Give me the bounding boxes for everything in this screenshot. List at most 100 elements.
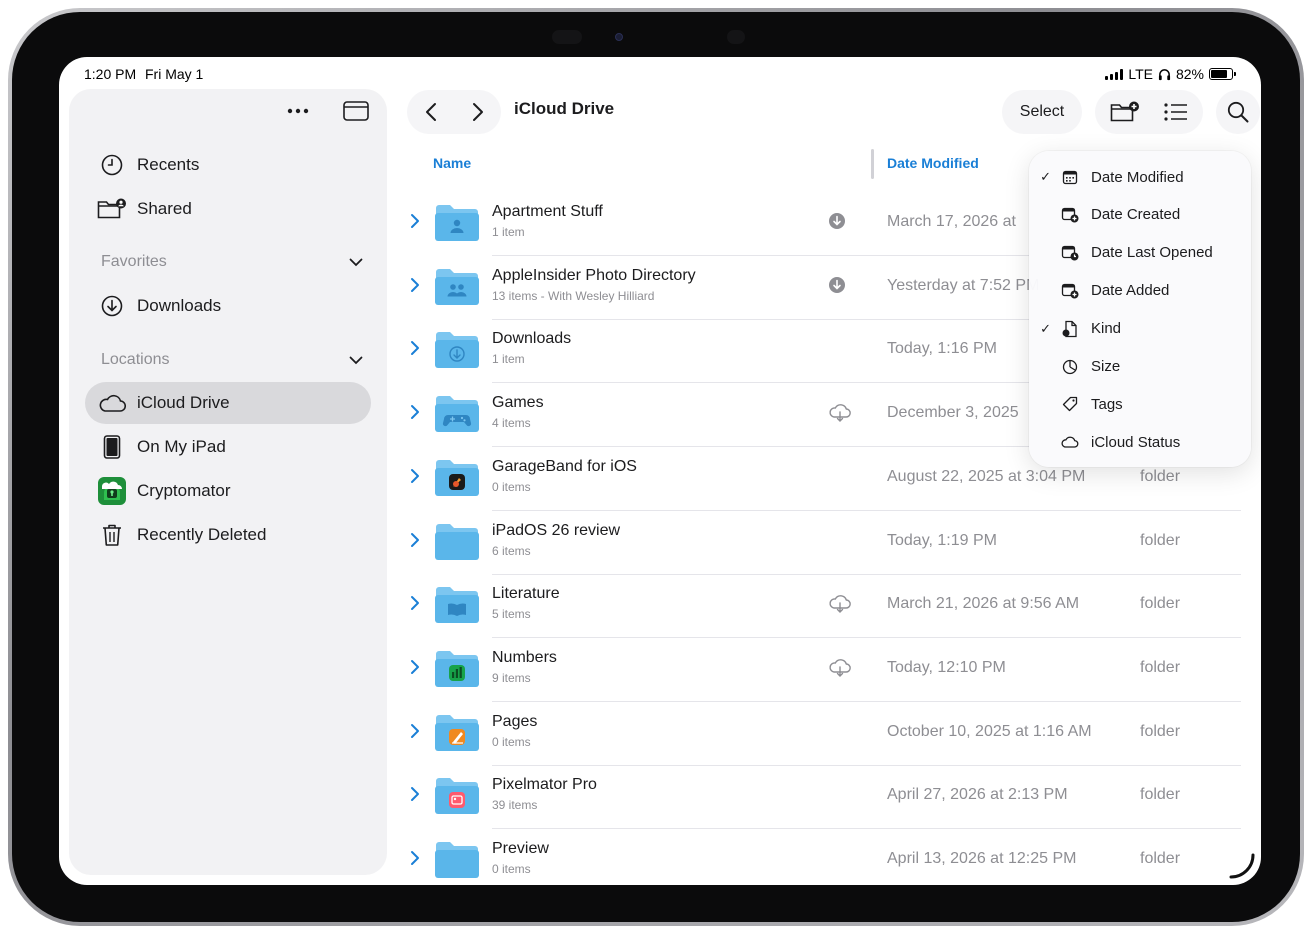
sidebar-item-cryptomator[interactable]: Cryptomator	[85, 470, 371, 512]
sidebar-item-recents[interactable]: Recents	[85, 144, 371, 186]
sensor-left	[552, 30, 582, 44]
battery-percent: 82%	[1175, 66, 1204, 82]
sort-option-size[interactable]: Size	[1029, 348, 1251, 386]
cryptomator-app-icon	[93, 477, 131, 505]
sidebar-toolbar	[287, 101, 369, 121]
headphones-icon	[1158, 68, 1171, 80]
disclosure-chevron-icon[interactable]	[410, 723, 420, 739]
download-circle-icon	[93, 295, 131, 317]
list-view-icon[interactable]	[1164, 103, 1188, 121]
sort-option-label: Tags	[1091, 395, 1123, 413]
table-row[interactable]: Pixelmator Pro 39 items April 27, 2026 at …	[406, 765, 1241, 830]
file-item-count: 0 items	[492, 862, 531, 876]
file-item-count: 1 item	[492, 352, 525, 367]
doc-kind-icon	[1055, 320, 1085, 338]
sidebar-item-label: Shared	[137, 199, 192, 218]
file-name: Apartment Stuff	[492, 203, 603, 220]
disclosure-chevron-icon[interactable]	[410, 850, 420, 866]
sort-option-label: Date Added	[1091, 282, 1170, 300]
resize-corner-icon[interactable]	[1229, 853, 1255, 879]
calendar-open-icon	[1055, 244, 1085, 261]
new-folder-icon[interactable]	[1110, 101, 1140, 123]
table-row[interactable]: iPadOS 26 review 6 items Today, 1:19 PM fol…	[406, 511, 1241, 575]
sort-option-icloud-status[interactable]: iCloud Status	[1029, 423, 1251, 461]
favorites-section-header[interactable]: Favorites	[101, 253, 363, 271]
sort-option-date-last-opened[interactable]: Date Last Opened	[1029, 234, 1251, 272]
disclosure-chevron-icon[interactable]	[410, 213, 420, 229]
sidebar-item-recently-deleted[interactable]: Recently Deleted	[85, 514, 371, 556]
column-resize-handle[interactable]	[871, 149, 874, 179]
sidebar-item-icloud-drive[interactable]: iCloud Drive	[85, 382, 371, 424]
file-kind: folder	[1140, 658, 1181, 676]
file-date-modified: March 21, 2026 at 9:56 AM	[887, 595, 1080, 613]
table-row[interactable]: Literature 5 items March 21, 2026 at 9:56 …	[406, 574, 1241, 639]
sort-option-label: Date Created	[1091, 206, 1181, 224]
toolbar-actions-group	[1095, 90, 1203, 134]
folder-icon	[434, 839, 480, 879]
shared-folder-icon	[93, 198, 131, 220]
status-right: LTE 82%	[1105, 66, 1236, 82]
cloud-status-icon	[1055, 435, 1085, 449]
sidebar-item-downloads[interactable]: Downloads	[85, 285, 371, 327]
checkmark-icon: ✓	[1040, 320, 1051, 336]
column-header-name[interactable]: Name	[433, 155, 471, 171]
sensor-right	[727, 30, 745, 44]
file-item-count: 6 items	[492, 543, 531, 558]
front-camera	[615, 33, 623, 41]
chevron-down-icon	[349, 356, 363, 364]
status-bar: 1:20 PM Fri May 1 LTE 82%	[59, 66, 1261, 84]
sort-option-date-created[interactable]: Date Created	[1029, 196, 1251, 234]
screen: 1:20 PM Fri May 1 LTE 82% Recents Shared…	[59, 57, 1261, 885]
file-name: Pixelmator Pro	[492, 776, 597, 794]
file-name: Preview	[492, 840, 549, 857]
cloud-download-icon[interactable]	[828, 594, 852, 619]
cloud-download-icon[interactable]	[828, 403, 852, 428]
disclosure-chevron-icon[interactable]	[410, 340, 420, 356]
sort-option-date-added[interactable]: Date Added	[1029, 272, 1251, 310]
download-status-icon[interactable]	[828, 212, 846, 235]
column-header-date-modified[interactable]: Date Modified	[887, 155, 979, 171]
disclosure-chevron-icon[interactable]	[410, 277, 420, 293]
sidebar-toggle-icon[interactable]	[343, 101, 369, 121]
cloud-download-icon[interactable]	[828, 658, 852, 683]
disclosure-chevron-icon[interactable]	[410, 532, 420, 548]
network-type: LTE	[1128, 66, 1153, 82]
table-row[interactable]: Preview 0 items April 13, 2026 at 12:25 PM…	[406, 829, 1241, 885]
select-button[interactable]: Select	[1002, 90, 1082, 134]
back-chevron-icon[interactable]	[425, 102, 437, 122]
download-status-icon[interactable]	[828, 276, 846, 299]
file-name: Downloads	[492, 330, 572, 348]
cellular-signal-icon	[1105, 68, 1124, 80]
sort-option-date-modified[interactable]: ✓ Date Modified	[1029, 158, 1251, 196]
sidebar-item-on-my-ipad[interactable]: On My iPad	[85, 426, 371, 468]
forward-chevron-icon[interactable]	[472, 102, 484, 122]
disclosure-chevron-icon[interactable]	[410, 595, 420, 611]
table-row[interactable]: Numbers 9 items Today, 12:10 PM folder	[406, 638, 1241, 702]
folder-icon	[434, 521, 480, 561]
ipad-frame: 1:20 PM Fri May 1 LTE 82% Recents Shared…	[12, 12, 1300, 922]
file-date-modified: March 17, 2026 at	[887, 213, 1016, 230]
disclosure-chevron-icon[interactable]	[410, 786, 420, 802]
sort-option-kind[interactable]: ✓ Kind	[1029, 310, 1251, 348]
sidebar-item-shared[interactable]: Shared	[85, 188, 371, 230]
folder-icon	[434, 648, 480, 688]
file-name: Games	[492, 394, 544, 412]
sidebar-item-label: Cryptomator	[137, 481, 231, 500]
locations-section-header[interactable]: Locations	[101, 351, 363, 369]
favorites-title: Favorites	[101, 253, 167, 270]
file-item-count: 9 items	[492, 670, 531, 685]
sort-menu: ✓ Date Modified Date Created Date Last Open…	[1029, 151, 1251, 467]
file-date-modified: Yesterday at 7:52 PM	[887, 276, 1040, 294]
sort-option-label: Size	[1091, 358, 1121, 375]
disclosure-chevron-icon[interactable]	[410, 404, 420, 420]
checkmark-icon: ✓	[1040, 169, 1051, 184]
disclosure-chevron-icon[interactable]	[410, 468, 420, 484]
more-icon[interactable]	[287, 108, 309, 114]
tag-icon	[1055, 396, 1085, 412]
sidebar-item-label: Downloads	[137, 296, 222, 315]
disclosure-chevron-icon[interactable]	[410, 659, 420, 675]
search-button[interactable]	[1216, 90, 1260, 134]
sort-option-label: iCloud Status	[1091, 433, 1181, 451]
table-row[interactable]: Pages 0 items October 10, 2025 at 1:16 AM f…	[406, 702, 1241, 766]
sort-option-tags[interactable]: Tags	[1029, 385, 1251, 423]
